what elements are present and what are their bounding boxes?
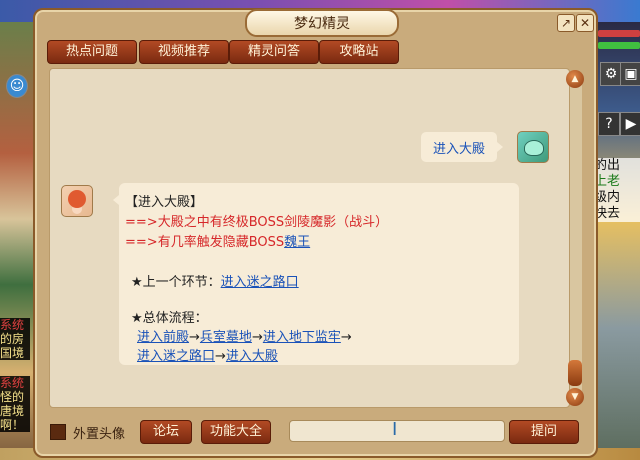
chat-text-left-2: 的房 xyxy=(0,332,30,346)
tab-video-recommend[interactable]: 视频推荐 xyxy=(139,40,229,64)
npc-avatar xyxy=(61,185,93,217)
prev-step-label: ★上一个环节： xyxy=(131,275,221,290)
flow-row-2: 进入迷之路口→进入大殿 xyxy=(137,345,278,364)
chat-text-left-6: 唐境 xyxy=(0,404,30,418)
link-flow-step-1[interactable]: 进入前殿 xyxy=(137,330,189,345)
chat-text-right-3: 级内 xyxy=(594,190,640,206)
forum-button[interactable]: 论坛 xyxy=(140,420,192,444)
tab-hot-questions[interactable]: 热点问题 xyxy=(47,40,137,64)
flow-arrow: → xyxy=(251,330,263,345)
game-scene-right xyxy=(596,22,640,460)
arrow-marker: ==> xyxy=(125,235,158,250)
link-prev-step[interactable]: 进入迷之路口 xyxy=(221,275,299,290)
tool-icon[interactable]: ⚙ xyxy=(600,62,622,86)
scroll-up-icon[interactable]: ▲ xyxy=(566,70,584,88)
link-flow-step-3[interactable]: 进入地下监牢 xyxy=(263,330,341,345)
link-flow-step-2[interactable]: 兵室墓地 xyxy=(200,330,252,345)
flow-label: ★总体流程： xyxy=(131,311,208,326)
npc-line-2-text: 有几率触发隐藏BOSS xyxy=(157,235,285,250)
avatar-toggle-checkbox[interactable] xyxy=(50,424,66,440)
tab-strategy-site[interactable]: 攻略站 xyxy=(319,40,399,64)
npc-heading: 【进入大殿】 xyxy=(125,195,204,210)
player-message: 进入大殿 xyxy=(421,132,503,162)
player-avatar xyxy=(517,131,549,163)
chat-scrollbar[interactable] xyxy=(570,72,582,400)
tab-spirit-qa[interactable]: 精灵问答 xyxy=(229,40,319,64)
link-flow-step-5[interactable]: 进入大殿 xyxy=(226,349,278,364)
npc-message: 【进入大殿】 ==>大殿之中有终极BOSS剑陵魔影（战斗） ==>有几率触发隐藏… xyxy=(113,183,519,365)
ask-button[interactable]: 提问 xyxy=(509,420,579,444)
features-button[interactable]: 功能大全 xyxy=(201,420,271,444)
chat-text-left-7: 啊！ xyxy=(0,418,30,432)
hp-bar xyxy=(598,30,640,37)
play-arrow-icon[interactable]: ▶ xyxy=(620,112,640,136)
prev-step: ★上一个环节：进入迷之路口 xyxy=(131,271,299,290)
window-title: 梦幻精灵 xyxy=(245,9,399,37)
chat-text-left-3: 国境 xyxy=(0,346,30,360)
chat-text-right-4: 快去 xyxy=(594,206,640,222)
scroll-thumb[interactable] xyxy=(568,360,582,386)
chat-text-left-4: 系统 xyxy=(0,376,30,390)
resize-icon[interactable]: ↗ xyxy=(557,14,575,32)
emote-icon[interactable]: ☺ xyxy=(6,74,28,98)
npc-line-1: ==>大殿之中有终极BOSS剑陵魔影（战斗） xyxy=(125,211,388,230)
flow-arrow: → xyxy=(215,349,226,364)
scroll-down-icon[interactable]: ▼ xyxy=(566,388,584,406)
close-icon[interactable]: ✕ xyxy=(576,14,594,32)
map-icon[interactable]: ▣ xyxy=(620,62,640,86)
npc-line-2: ==>有几率触发隐藏BOSS魏王 xyxy=(125,231,310,250)
chat-text-left-1: 系统 xyxy=(0,318,30,332)
text-cursor-icon: I xyxy=(392,419,398,440)
help-button[interactable]: ? xyxy=(598,112,620,136)
avatar-toggle-label: 外置头像 xyxy=(73,427,126,442)
chat-text-left-5: 怪的 xyxy=(0,390,30,404)
flow-arrow: → xyxy=(340,330,352,345)
link-flow-step-4[interactable]: 进入迷之路口 xyxy=(137,349,215,364)
mp-bar xyxy=(598,42,640,49)
chat-text-right-1: 的出 xyxy=(594,158,640,174)
link-wei-wang[interactable]: 魏王 xyxy=(284,235,310,250)
arrow-marker: ==> xyxy=(125,215,158,230)
flow-row-1: 进入前殿→兵室墓地→进入地下监牢→ xyxy=(137,326,352,345)
flow-arrow: → xyxy=(189,330,200,345)
question-input[interactable]: I xyxy=(289,419,505,442)
assistant-window: 梦幻精灵 ↗ ✕ 热点问题 视频推荐 精灵问答 攻略站 进入大殿 【进入大殿】 … xyxy=(33,8,598,458)
npc-line-1-text: 大殿之中有终极BOSS剑陵魔影（战斗） xyxy=(157,215,389,230)
chat-text-right-2: 上老 xyxy=(594,174,640,190)
